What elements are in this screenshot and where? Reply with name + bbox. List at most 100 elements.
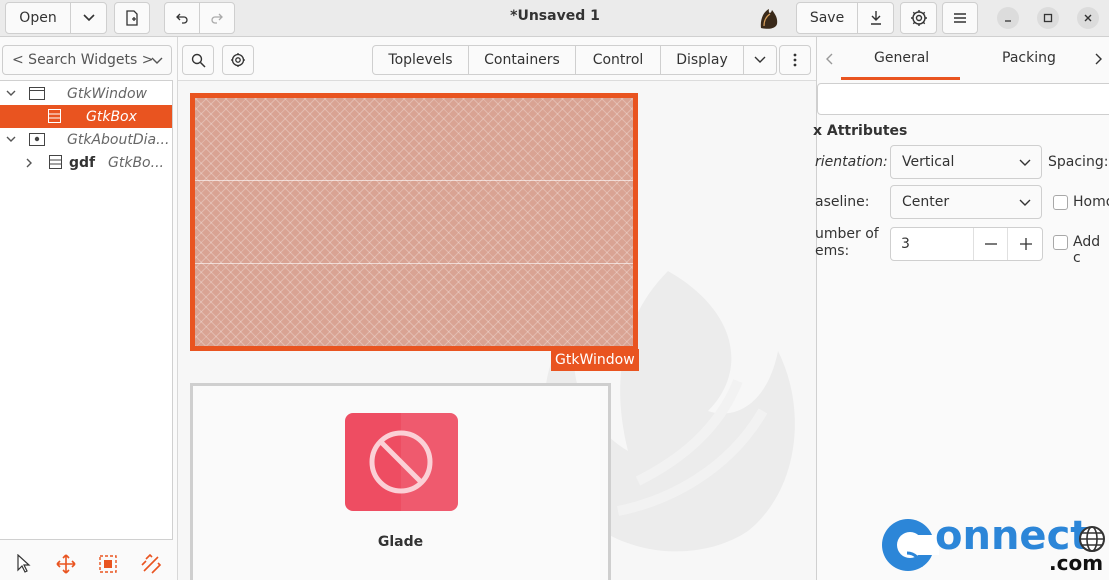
redo-button[interactable] [199,2,235,34]
save-button[interactable]: Save [796,2,858,34]
add-center-checkbox[interactable] [1053,235,1068,250]
tab-containers[interactable]: Containers [469,46,576,74]
glade-logo-icon [758,6,780,30]
tree-row-label: GtkAboutDia... [67,131,170,148]
collapse-arrow-icon[interactable] [6,90,16,98]
chevron-down-icon [151,57,163,64]
tab-packing[interactable]: Packing [1002,50,1056,66]
tree-row-gdf[interactable]: gdf GtkBo... [0,151,172,174]
tree-row-gtkwindow[interactable]: GtkWindow [0,82,172,105]
save-as-button[interactable] [857,2,894,34]
tree-row-label: GtkWindow [67,85,147,102]
hamburger-menu-icon [954,13,966,23]
header-bar: Open *Unsaved 1 Save [0,0,1109,37]
add-center-label: Add c [1073,234,1101,266]
tree-row-label: GtkBo... [108,154,164,171]
undo-icon [176,13,188,24]
design-canvas[interactable]: GtkWindow Glade [178,81,816,580]
chevron-down-icon [754,56,766,63]
chevron-down-icon [1019,159,1031,166]
connect-watermark: onnect .com [877,513,1109,580]
widget-tree-panel: < Search Widgets > GtkWindow GtkBox GtkA… [0,37,176,580]
undo-button[interactable] [164,2,200,34]
increment-button[interactable] [1007,228,1043,260]
new-document-icon [126,10,138,26]
gtkwindow-preview[interactable] [190,93,638,351]
items-label-line2: ems: [815,243,850,259]
tree-row-name: gdf [69,154,96,171]
orientation-select[interactable]: Vertical [890,145,1042,179]
design-area: Toplevels Containers Control Display Gtk… [177,37,816,580]
open-button[interactable]: Open [5,2,71,34]
plus-icon [1019,238,1032,250]
about-title: Glade [377,534,424,550]
tab-general-indicator [841,77,960,80]
baseline-label: aseline: [815,194,870,210]
palette-settings-button[interactable] [222,45,254,75]
gtkwindow-tag: GtkWindow [551,349,639,371]
open-recent-dropdown[interactable] [70,2,107,34]
expand-arrow-icon[interactable] [26,158,34,168]
box-icon [49,155,62,169]
tab-toplevels[interactable]: Toplevels [373,46,469,74]
search-widgets-placeholder: < Search Widgets > [12,52,154,68]
move-icon[interactable] [56,554,76,574]
maximize-button[interactable] [1037,7,1059,29]
main-menu-button[interactable] [942,2,978,34]
tab-control[interactable]: Control [576,46,661,74]
pointer-icon[interactable] [16,554,32,574]
chevron-right-icon[interactable] [1095,53,1103,65]
watermark-suffix: .com [1049,551,1104,575]
homogeneous-label: Homo [1073,194,1109,210]
window-title: *Unsaved 1 [510,8,600,24]
items-value[interactable]: 3 [901,236,910,252]
glade-app-icon [345,413,458,511]
tree-row-gtkaboutdialog[interactable]: GtkAboutDia... [0,128,172,151]
baseline-select[interactable]: Center [890,185,1042,219]
close-button[interactable] [1077,7,1099,29]
decrement-button[interactable] [973,228,1008,260]
tree-row-gtkbox[interactable]: GtkBox [0,105,172,128]
gear-icon [231,53,245,67]
maximize-icon [1043,13,1053,23]
palette-more-dropdown[interactable] [744,46,776,74]
spacing-label: Spacing: [1048,154,1109,170]
tab-general[interactable]: General [874,50,929,66]
search-widgets-input[interactable]: < Search Widgets > [2,45,172,75]
about-dialog-preview[interactable]: Glade [190,383,611,580]
margins-icon[interactable] [98,554,118,574]
items-label-line1: umber of [815,226,879,242]
tab-display[interactable]: Display [661,46,744,74]
baseline-value: Center [902,194,950,210]
properties-tabs: General Packing [817,37,1109,80]
minimize-button[interactable] [997,7,1019,29]
download-icon [870,11,881,25]
c-logo-icon [882,519,939,571]
palette-menu-button[interactable] [779,45,811,75]
preferences-button[interactable] [900,2,937,34]
globe-icon [1079,526,1105,552]
box-icon [48,109,61,123]
properties-panel: General Packing x Attributes rientation:… [813,37,1109,580]
widget-tree: GtkWindow GtkBox GtkAboutDia... gdf GtkB… [0,80,173,540]
section-title: x Attributes [813,123,908,139]
palette-search-button[interactable] [182,45,214,75]
chevron-down-icon [82,14,95,22]
tree-row-label: GtkBox [86,108,137,125]
collapse-arrow-icon[interactable] [6,136,16,144]
search-icon [191,53,206,68]
vertical-dots-icon [793,53,797,67]
redo-icon [211,13,223,24]
widget-id-input[interactable] [817,83,1109,115]
box-divider [195,263,633,264]
prohibited-icon [369,413,458,511]
chevron-left-icon[interactable] [825,53,833,65]
gear-icon [910,10,927,26]
orientation-value: Vertical [902,154,955,170]
new-file-button[interactable] [114,2,150,34]
alignment-icon[interactable] [140,553,162,575]
about-dialog-icon [29,133,45,146]
homogeneous-checkbox[interactable] [1053,195,1068,210]
chevron-down-icon [1019,199,1031,206]
edit-mode-toolbar [0,542,176,580]
